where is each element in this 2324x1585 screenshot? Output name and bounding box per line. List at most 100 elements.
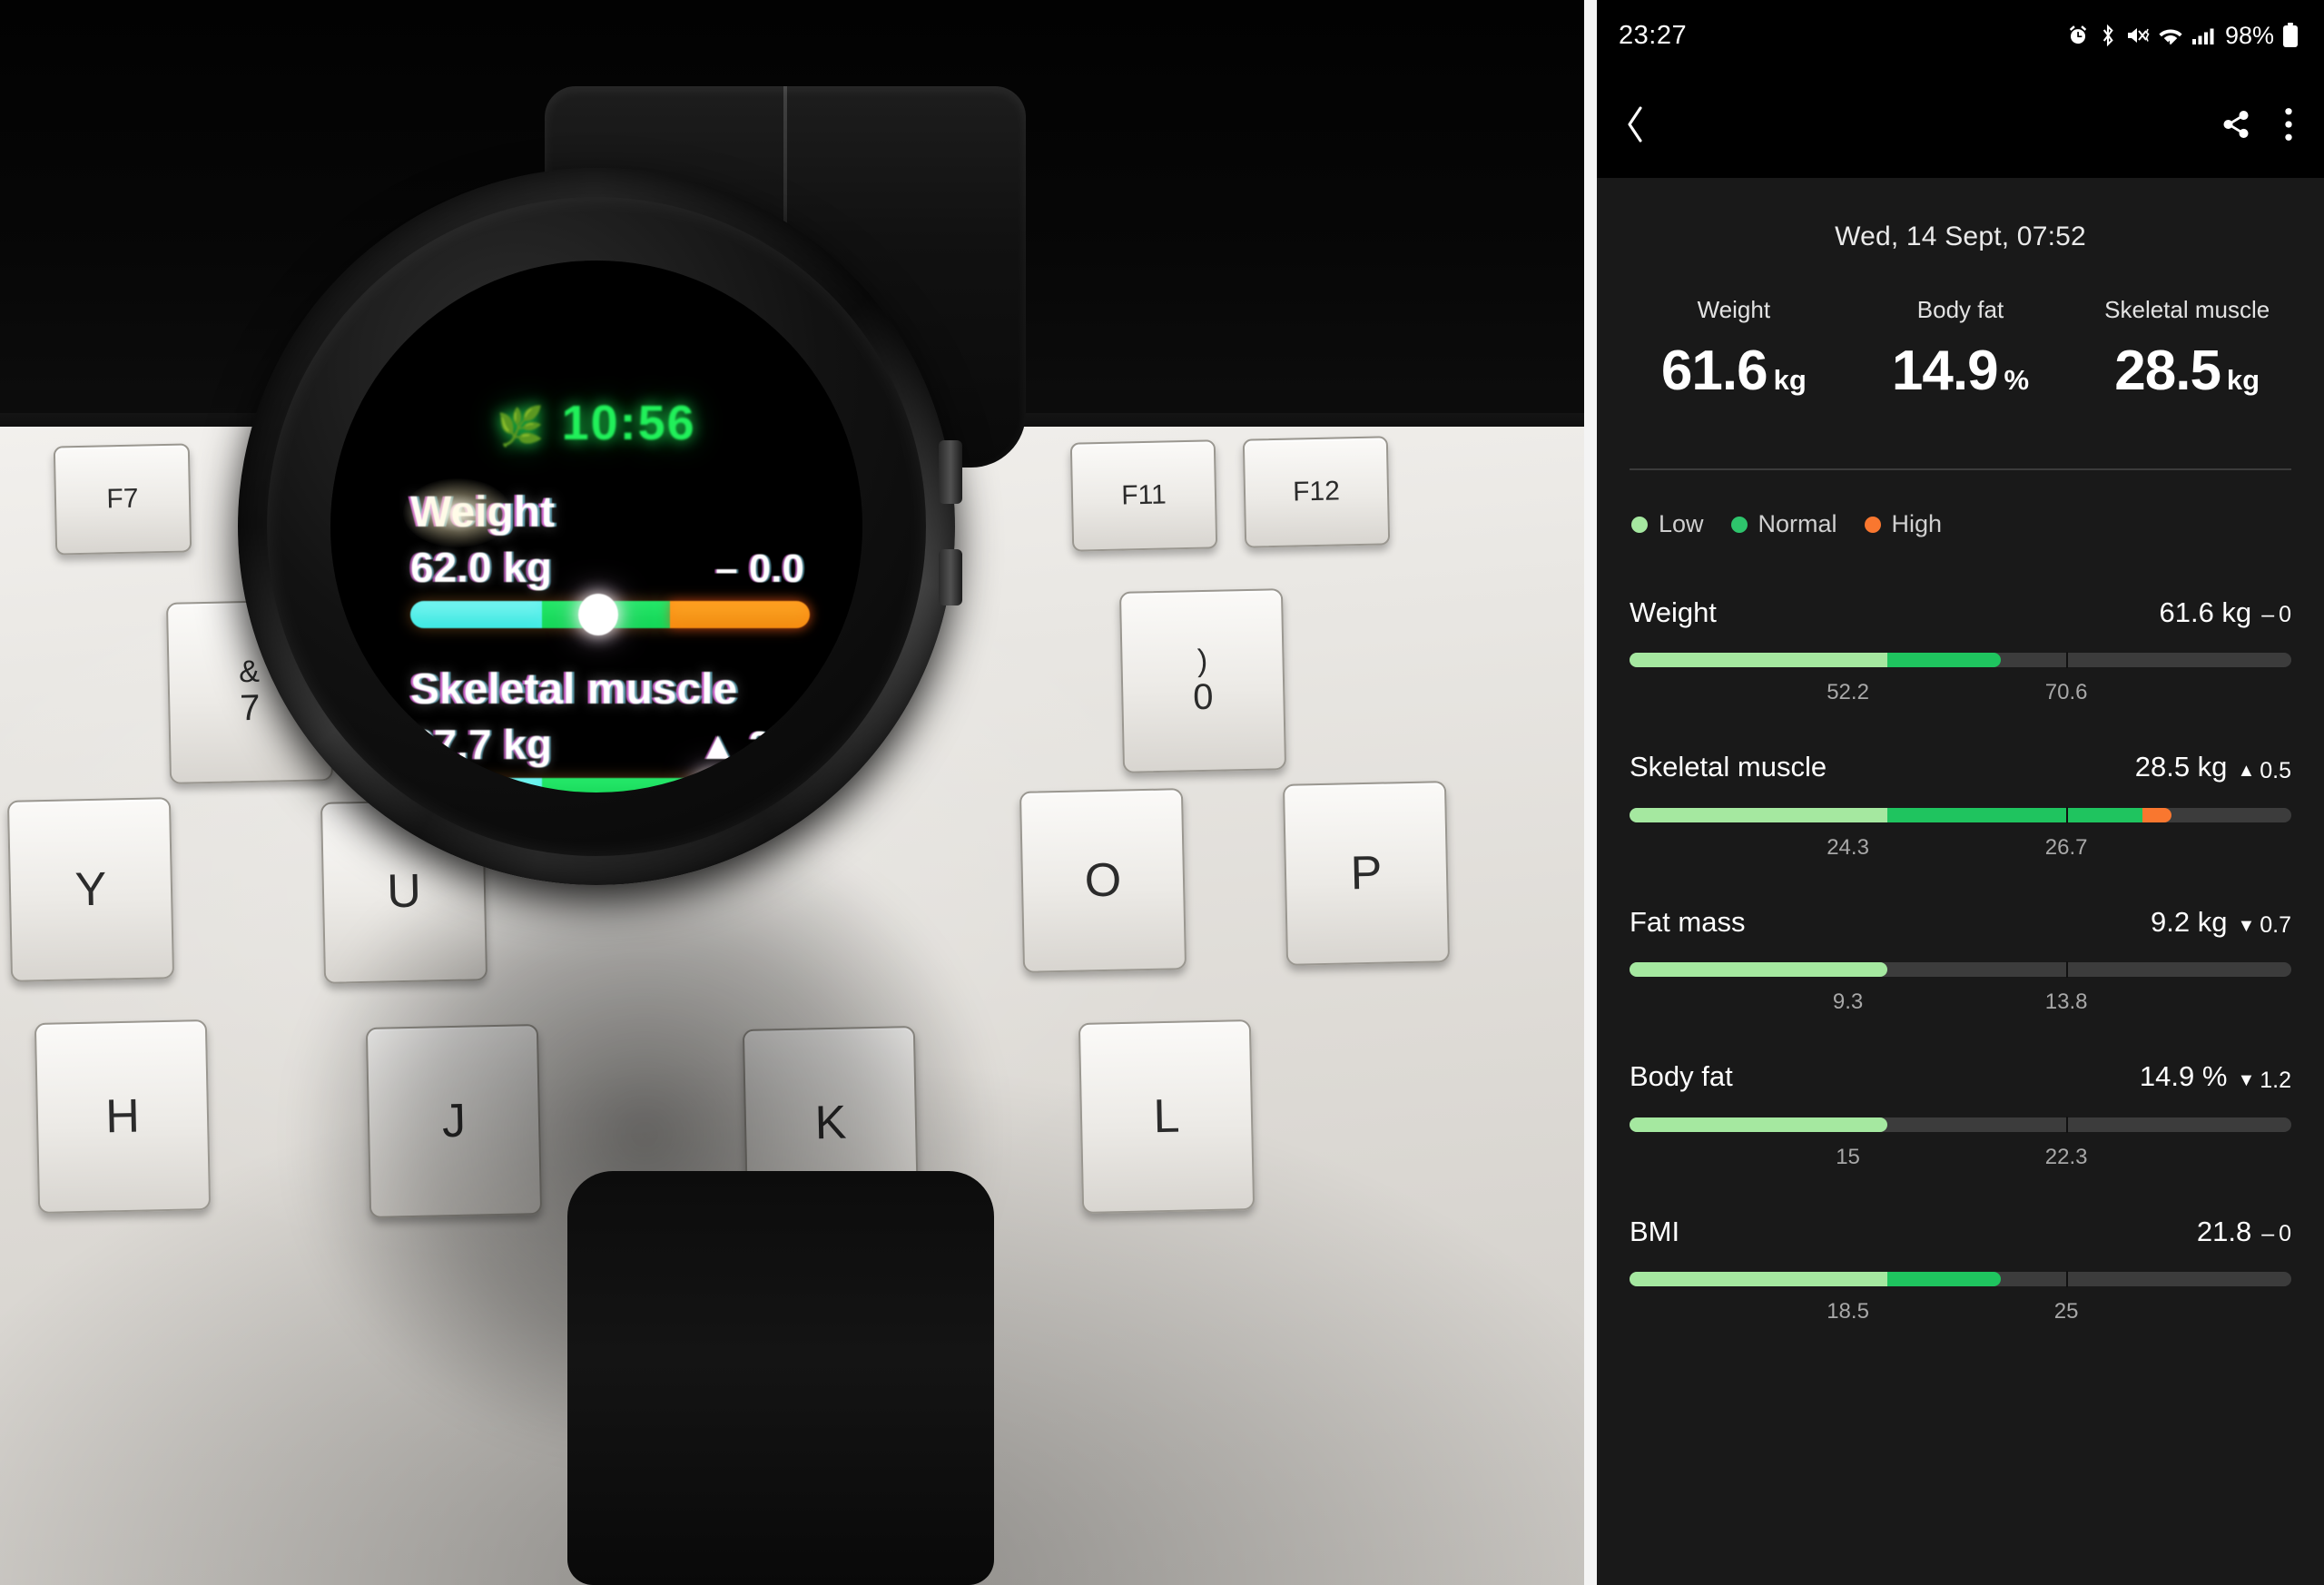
- range-low-label: 18.5: [1827, 1298, 1869, 1324]
- metric-range-fill: [1630, 1271, 2001, 1286]
- key-h: H: [34, 1019, 212, 1214]
- metric-value: 21.8: [2196, 1215, 2252, 1247]
- metric-value: 9.2 kg: [2150, 905, 2228, 938]
- watch-range-bar: [410, 594, 810, 635]
- watch-metric-list: Weight 62.0 kg – 0.0 Skeletal muscle 27.…: [410, 487, 810, 792]
- key-label: P: [1350, 846, 1383, 901]
- summary-item-skeletal-muscle[interactable]: Skeletal muscle 28.5 kg: [2073, 296, 2300, 403]
- range-low-label: 24.3: [1827, 834, 1869, 860]
- key-f7: F7: [53, 443, 192, 556]
- metric-range-fill: [1630, 807, 2171, 822]
- key-label: H: [104, 1089, 141, 1144]
- metric-row-skeletal-muscle[interactable]: Skeletal muscle 28.5 kg ▲ 0.5 24.3 26.7: [1630, 716, 2291, 871]
- metric-name: Skeletal muscle: [1630, 751, 1827, 783]
- range-normal-segment: [1887, 807, 2142, 822]
- back-chevron-icon[interactable]: [1620, 103, 1649, 146]
- summary-unit: kg: [1773, 364, 1807, 396]
- metric-row-weight[interactable]: Weight 61.6 kg – 0 52.2 70.6: [1630, 562, 2291, 716]
- metric-value: 14.9 %: [2139, 1060, 2228, 1092]
- key-y: Y: [6, 797, 175, 982]
- legend-dot-normal: [1730, 516, 1748, 533]
- body-composition-card: Wed, 14 Sept, 07:52 Weight 61.6 kg Body …: [1597, 178, 2324, 1585]
- app-bar-actions: [2221, 107, 2295, 142]
- delta-value: 1.2: [2260, 1067, 2291, 1093]
- metric-row-body-fat[interactable]: Body fat 14.9 % ▼ 1.2 15 22.3: [1630, 1026, 2291, 1181]
- mute-vibrate-icon: [2126, 25, 2150, 46]
- key-0: ) 0: [1118, 588, 1287, 773]
- record-date: Wed, 14 Sept, 07:52: [1835, 222, 2086, 251]
- watch-range-bar: [410, 771, 810, 792]
- range-tick: [2066, 806, 2069, 823]
- metric-name: Body fat: [1630, 1060, 1733, 1092]
- watch-row-weight: Weight 62.0 kg – 0.0: [410, 487, 810, 635]
- legend-item-low: Low: [1631, 510, 1704, 538]
- watch-range-high-segment: [669, 601, 810, 628]
- range-normal-segment: [1887, 1271, 2001, 1286]
- watch-range-low-segment: [410, 778, 543, 792]
- watch-metric-value: 27.7 kg: [410, 721, 552, 768]
- metric-range-fill: [1630, 1117, 1887, 1132]
- watch-button-bottom[interactable]: [939, 549, 962, 605]
- delta-symbol: –: [2261, 1220, 2275, 1246]
- metric-range-fill: [1630, 653, 2001, 667]
- key-label: F7: [106, 483, 139, 515]
- watch-metric-delta: – 0.0: [715, 546, 804, 591]
- key-l: L: [1078, 1019, 1256, 1214]
- delta-value: 0.5: [2260, 757, 2291, 783]
- app-bar: [1597, 71, 2324, 178]
- metric-name: Weight: [1630, 596, 1717, 628]
- range-low-label: 9.3: [1832, 989, 1864, 1014]
- range-high-label: 13.8: [2044, 989, 2088, 1014]
- range-tick: [2066, 1116, 2069, 1133]
- metric-range-scale: 15 22.3: [1630, 1145, 2291, 1181]
- watch-button-top[interactable]: [939, 440, 962, 504]
- battery-percent-label: 98%: [2224, 21, 2274, 49]
- delta-symbol: –: [2261, 602, 2275, 627]
- bluetooth-icon: [2098, 24, 2118, 47]
- range-low-label: 15: [1836, 1144, 1860, 1169]
- key-label: F11: [1120, 479, 1167, 511]
- metric-list: Weight 61.6 kg – 0 52.2 70.6 Skeletal mu…: [1597, 538, 2324, 1335]
- delta-value: 0: [2279, 1220, 2291, 1246]
- watch-time-text: 10:56: [561, 396, 696, 450]
- range-legend: Low Normal High: [1597, 470, 2324, 538]
- metric-row-bmi[interactable]: BMI 21.8 – 0 18.5 25: [1630, 1181, 2291, 1335]
- legend-label: High: [1891, 510, 1943, 537]
- summary-metrics: Weight 61.6 kg Body fat 14.9 % Skeletal …: [1597, 252, 2324, 403]
- watch-screen[interactable]: 🌿 10:56 Weight 62.0 kg – 0.0 Skeletal mu…: [330, 261, 862, 792]
- summary-label: Weight: [1697, 296, 1771, 323]
- more-vertical-icon[interactable]: [2282, 107, 2295, 142]
- metric-range-fill: [1630, 962, 1887, 977]
- summary-value: 61.6: [1660, 340, 1768, 402]
- smartwatch-body: 🌿 10:56 Weight 62.0 kg – 0.0 Skeletal mu…: [238, 168, 962, 885]
- watch-metric-label: Skeletal muscle: [410, 665, 738, 714]
- watch-bezel: 🌿 10:56 Weight 62.0 kg – 0.0 Skeletal mu…: [267, 197, 926, 856]
- summary-item-body-fat[interactable]: Body fat 14.9 %: [1847, 296, 2074, 403]
- range-low-label: 52.2: [1827, 680, 1869, 704]
- summary-label: Body fat: [1916, 296, 2004, 323]
- range-high-label: 70.6: [2044, 680, 2088, 704]
- metric-value: 28.5 kg: [2134, 751, 2228, 783]
- key-label: O: [1084, 853, 1122, 908]
- metric-value: 61.6 kg: [2159, 596, 2252, 628]
- metric-row-fat-mass[interactable]: Fat mass 9.2 kg ▼ 0.7 9.3 13.8: [1630, 871, 2291, 1027]
- metric-range-scale: 52.2 70.6: [1630, 680, 2291, 716]
- key-f11: F11: [1069, 439, 1218, 552]
- status-bar-icons: 98%: [2066, 22, 2299, 50]
- legend-item-normal: Normal: [1730, 510, 1837, 538]
- metric-range-track: [1630, 806, 2291, 823]
- metric-range-track: [1630, 1270, 2291, 1287]
- metric-name: Fat mass: [1630, 905, 1746, 938]
- range-low-segment: [1630, 962, 1887, 977]
- range-low-segment: [1630, 653, 1887, 667]
- share-icon[interactable]: [2221, 109, 2251, 140]
- watch-photo-pane: F7 F11 F12 & 7 ) 0 Y U: [0, 0, 1584, 1585]
- watch-metric-delta: ▲ 2.1: [698, 724, 804, 768]
- summary-item-weight[interactable]: Weight 61.6 kg: [1620, 296, 1847, 403]
- metric-delta: – 0: [2261, 602, 2291, 628]
- range-tick: [2066, 1270, 2069, 1287]
- legend-dot-high: [1864, 516, 1881, 533]
- watch-row-skeletal-muscle: Skeletal muscle 27.7 kg ▲ 2.1: [410, 665, 810, 792]
- status-bar-clock: 23:27: [1619, 20, 1688, 50]
- range-tick: [2066, 652, 2069, 668]
